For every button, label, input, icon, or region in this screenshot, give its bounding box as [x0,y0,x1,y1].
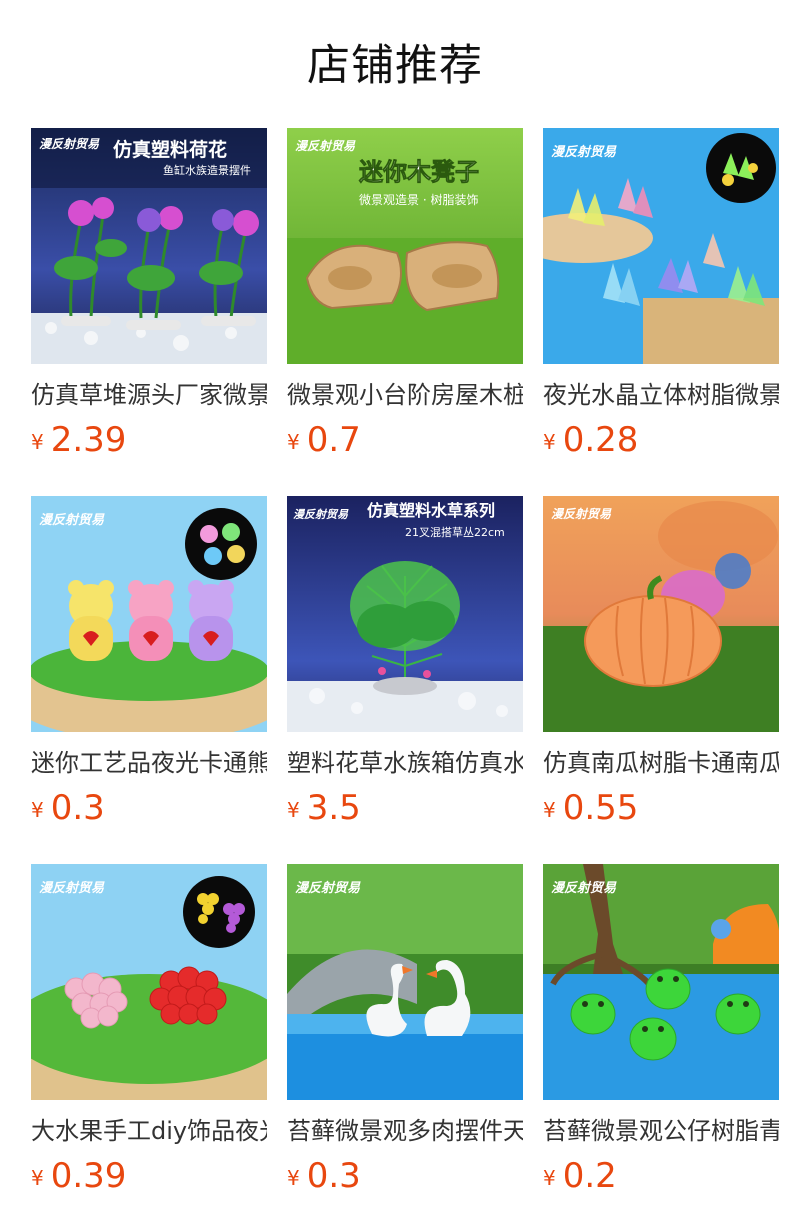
shop-recommend-page: 店铺推荐 漫反射贸易 仿真塑料荷花 鱼缸水族造景摆件 仿真草堆源头厂家微景 ¥ … [0,0,790,1232]
overlay-subtitle: 21叉混搭草丛22cm [405,526,505,539]
product-price: ¥0.3 [287,1154,523,1198]
product-name[interactable]: 微景观小台阶房屋木桩 [287,378,523,412]
price-amount: 3.5 [306,788,361,828]
product-image-wood-stool[interactable]: 漫反射贸易 迷你木凳子 微景观造景 · 树脂装饰 [287,128,523,364]
page-title: 店铺推荐 [307,41,483,91]
product-price: ¥0.3 [31,786,267,830]
overlay-title: 迷你木凳子 [359,158,479,186]
product-price: ¥0.28 [543,418,779,462]
product-price: ¥0.55 [543,786,779,830]
currency-symbol: ¥ [543,1166,556,1190]
product-grid: 漫反射贸易 仿真塑料荷花 鱼缸水族造景摆件 仿真草堆源头厂家微景观 ¥2.39 [31,128,779,1232]
brand-watermark: 漫反射贸易 [551,144,617,160]
currency-symbol: ¥ [31,798,44,822]
price-amount: 0.39 [50,1156,127,1196]
product-price: ¥0.2 [543,1154,779,1198]
product-price: ¥0.39 [31,1154,267,1198]
currency-symbol: ¥ [31,1166,44,1190]
product-card-wood-stool[interactable]: 漫反射贸易 迷你木凳子 微景观造景 · 树脂装饰 微景观小台阶房屋木桩 ¥0.7 [287,128,523,496]
price-amount: 2.39 [50,420,127,460]
product-image-glow-crystal[interactable]: 漫反射贸易 [543,128,779,364]
overlay-subtitle: 微景观造景 · 树脂装饰 [359,192,478,207]
product-price: ¥3.5 [287,786,523,830]
product-card-fruit[interactable]: 漫反射贸易 大水果手工diy饰品夜光 ¥0.39 [31,864,267,1232]
product-image-water-plant[interactable]: 漫反射贸易 仿真塑料水草系列 21叉混搭草丛22cm [287,496,523,732]
product-card-glow-crystal[interactable]: 漫反射贸易 夜光水晶立体树脂微景观 ¥0.28 [543,128,779,496]
product-card-swan[interactable]: 漫反射贸易 苔藓微景观多肉摆件天鹅 ¥0.3 [287,864,523,1232]
product-name[interactable]: 大水果手工diy饰品夜光 [31,1114,267,1148]
product-card-pumpkin[interactable]: 漫反射贸易 仿真南瓜树脂卡通南瓜 ¥0.55 [543,496,779,864]
product-name[interactable]: 仿真南瓜树脂卡通南瓜 [543,746,779,780]
brand-watermark: 漫反射贸易 [295,139,356,153]
price-amount: 0.2 [562,1156,617,1196]
product-card-water-plant[interactable]: 漫反射贸易 仿真塑料水草系列 21叉混搭草丛22cm 塑料花草水族箱仿真水草 ¥… [287,496,523,864]
product-card-lotus[interactable]: 漫反射贸易 仿真塑料荷花 鱼缸水族造景摆件 仿真草堆源头厂家微景观 ¥2.39 [31,128,267,496]
price-amount: 0.55 [562,788,639,828]
product-image-fruit[interactable]: 漫反射贸易 [31,864,267,1100]
product-card-frog[interactable]: 漫反射贸易 苔藓微景观公仔树脂青蛙 ¥0.2 [543,864,779,1232]
currency-symbol: ¥ [543,430,556,454]
price-amount: 0.7 [306,420,361,460]
price-amount: 0.28 [562,420,639,460]
product-image-glow-bear[interactable]: 漫反射贸易 [31,496,267,732]
product-image-swan[interactable]: 漫反射贸易 [287,864,523,1100]
currency-symbol: ¥ [287,430,300,454]
product-name[interactable]: 苔藓微景观多肉摆件天鹅 [287,1114,523,1148]
product-card-glow-bear[interactable]: 漫反射贸易 迷你工艺品夜光卡通熊 ¥0.3 [31,496,267,864]
brand-watermark: 漫反射贸易 [295,880,361,896]
currency-symbol: ¥ [543,798,556,822]
currency-symbol: ¥ [287,1166,300,1190]
price-amount: 0.3 [50,788,105,828]
brand-watermark: 漫反射贸易 [39,512,105,528]
product-name[interactable]: 仿真草堆源头厂家微景观 [31,378,267,412]
brand-watermark: 漫反射贸易 [39,880,105,896]
product-name[interactable]: 苔藓微景观公仔树脂青蛙 [543,1114,779,1148]
brand-watermark: 漫反射贸易 [551,507,612,521]
overlay-subtitle: 鱼缸水族造景摆件 [163,163,251,177]
product-image-pumpkin[interactable]: 漫反射贸易 [543,496,779,732]
product-price: ¥2.39 [31,418,267,462]
product-name[interactable]: 迷你工艺品夜光卡通熊 [31,746,267,780]
brand-watermark: 漫反射贸易 [551,880,617,896]
product-name[interactable]: 塑料花草水族箱仿真水草 [287,746,523,780]
product-image-lotus[interactable]: 漫反射贸易 仿真塑料荷花 鱼缸水族造景摆件 [31,128,267,364]
product-name[interactable]: 夜光水晶立体树脂微景观 [543,378,779,412]
brand-watermark: 漫反射贸易 [39,137,100,151]
currency-symbol: ¥ [31,430,44,454]
overlay-title: 仿真塑料水草系列 [367,501,495,520]
overlay-title: 仿真塑料荷花 [113,138,227,161]
price-amount: 0.3 [306,1156,361,1196]
product-image-frog[interactable]: 漫反射贸易 [543,864,779,1100]
product-price: ¥0.7 [287,418,523,462]
currency-symbol: ¥ [287,798,300,822]
brand-watermark: 漫反射贸易 [293,508,349,521]
